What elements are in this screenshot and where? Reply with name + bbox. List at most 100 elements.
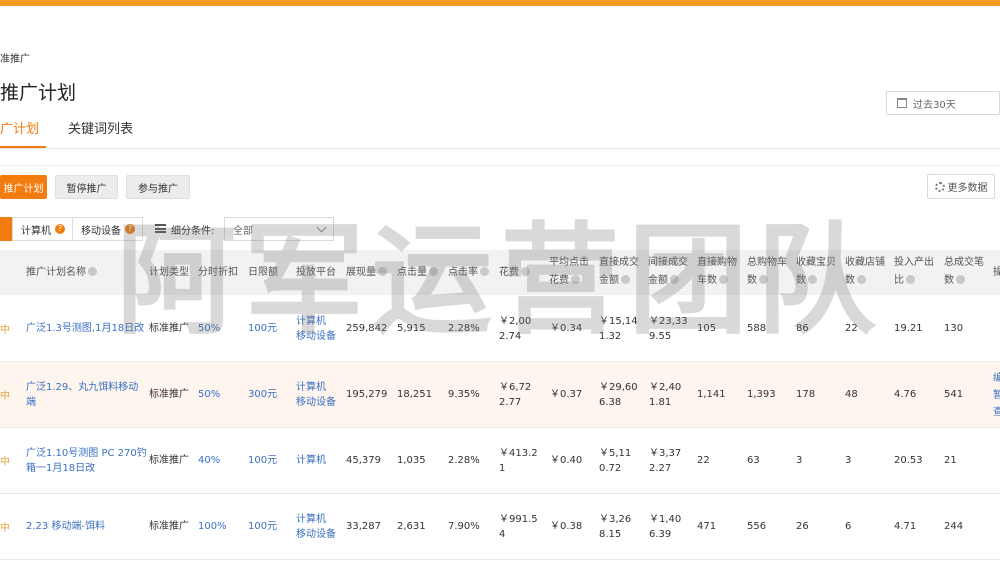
cell-discount[interactable]: 40% (198, 453, 220, 468)
col-ops: 操 (993, 267, 1000, 278)
chevron-down-icon (316, 222, 327, 233)
cell-indirect: ￥1,40 6.39 (649, 514, 682, 540)
help-icon[interactable]: ? (125, 224, 135, 234)
cell-clicks: 18,251 (397, 389, 432, 400)
breadcrumb: 准推广 (0, 54, 30, 65)
col-fav-shop[interactable]: 收藏店铺数 (845, 254, 885, 290)
col-impressions[interactable]: 展现量 (346, 264, 387, 282)
cell-cost: ￥991.5 4 (499, 514, 538, 540)
cell-type: 标准推广 (149, 521, 189, 532)
cell-total-cart: 63 (747, 455, 760, 466)
cell-discount[interactable]: 50% (198, 387, 220, 402)
cell-cpc: ￥0.34 (550, 323, 583, 334)
table-row[interactable]: 中 2.23 移动端-饵料 标准推广 100% 100元 计算机 移动设备 33,287 2,6… (0, 494, 1000, 560)
help-icon[interactable] (670, 275, 679, 284)
cell-name[interactable]: 广泛1.29、丸九饵料移动端 (26, 380, 138, 410)
cell-fav-shop: 48 (845, 389, 858, 400)
cell-orders: 244 (944, 521, 964, 532)
help-icon[interactable] (429, 267, 438, 276)
row-action-link[interactable]: 查 (993, 404, 1000, 421)
col-fav-item[interactable]: 收藏宝贝数 (796, 254, 836, 290)
col-cpc[interactable]: 平均点击 花费 (549, 254, 589, 290)
help-icon[interactable] (88, 267, 97, 276)
cell-limit[interactable]: 100元 (248, 519, 277, 534)
cell-clicks: 2,631 (397, 521, 426, 532)
cell-ctr: 9.35% (448, 389, 480, 400)
cell-indirect: ￥23,33 9.55 (649, 316, 688, 342)
row-action-link[interactable]: 暂 (993, 387, 1000, 404)
detail-filter-select[interactable]: 全部 (224, 217, 334, 241)
cell-fav-item: 178 (796, 389, 816, 400)
row-action-link[interactable]: 编 (993, 370, 1000, 387)
cell-platform[interactable]: 计算机 移动设备 (296, 380, 336, 410)
cell-total-cart: 1,393 (747, 389, 776, 400)
col-total-cart[interactable]: 总购物车数 (747, 254, 787, 290)
active-tab-indicator (0, 146, 46, 148)
cell-direct-cart: 22 (697, 455, 710, 466)
tab-keywords[interactable]: 关键词列表 (68, 118, 133, 137)
help-icon[interactable] (956, 275, 965, 284)
col-discount: 分时折扣 (198, 267, 238, 278)
help-icon[interactable] (857, 275, 866, 284)
cell-cpc: ￥0.40 (550, 455, 583, 466)
new-plan-button[interactable]: 推广计划 (0, 175, 47, 199)
help-icon[interactable] (480, 267, 489, 276)
table-row[interactable]: 中 广泛1.10号测图 PC 270钓 箱一1月18日改 标准推广 40% 100元 计算机… (0, 428, 1000, 494)
col-direct-cart[interactable]: 直接购物 车数 (697, 254, 737, 290)
col-name[interactable]: 推广计划名称 (26, 264, 97, 282)
cell-name[interactable]: 广泛1.3号测图,1月18日改 (26, 321, 144, 336)
gear-icon (934, 181, 945, 192)
detail-filter-label: 细分条件: (171, 226, 215, 237)
col-ctr[interactable]: 点击率 (448, 264, 489, 282)
cell-roi: 4.71 (894, 521, 917, 532)
col-cost[interactable]: 花费 (499, 264, 530, 282)
cell-fav-item: 26 (796, 521, 809, 532)
cell-name[interactable]: 广泛1.10号测图 PC 270钓 箱一1月18日改 (26, 446, 147, 476)
help-icon[interactable] (759, 275, 768, 284)
cell-cost: ￥413.2 1 (499, 448, 538, 474)
cell-clicks: 1,035 (397, 455, 426, 466)
help-icon[interactable] (571, 275, 580, 284)
help-icon[interactable] (521, 267, 530, 276)
cell-direct: ￥29,60 6.38 (599, 382, 638, 408)
help-icon[interactable] (719, 275, 728, 284)
help-icon[interactable] (808, 275, 817, 284)
cell-platform[interactable]: 计算机 移动设备 (296, 314, 336, 344)
table-row[interactable]: 中 广泛1.3号测图,1月18日改 标准推广 50% 100元 计算机 移动设备 259,84… (0, 296, 1000, 362)
help-icon[interactable] (621, 275, 630, 284)
help-icon[interactable]: ? (55, 224, 65, 234)
status-indicator: 中 (0, 523, 10, 534)
cell-impressions: 45,379 (346, 455, 381, 466)
cell-discount[interactable]: 100% (198, 519, 227, 534)
cell-limit[interactable]: 100元 (248, 321, 277, 336)
col-clicks[interactable]: 点击量 (397, 264, 438, 282)
filter-mobile[interactable]: 移动设备 ? (72, 217, 143, 241)
cell-discount[interactable]: 50% (198, 321, 220, 336)
help-icon[interactable] (906, 275, 915, 284)
filter-computer[interactable]: 计算机 ? (12, 217, 73, 241)
cell-direct: ￥5,11 0.72 (599, 448, 632, 474)
col-indirect-amount[interactable]: 间接成交 金额 (648, 254, 688, 290)
cell-name[interactable]: 2.23 移动端-饵料 (26, 519, 105, 534)
table-header: 推广计划名称 计划类型 分时折扣 日限额 投放平台 展现量 点击量 点击率 花费… (0, 250, 1000, 295)
join-button[interactable]: 参与推广 (126, 175, 190, 199)
cell-platform[interactable]: 计算机 (296, 453, 326, 468)
cell-indirect: ￥2,40 1.81 (649, 382, 682, 408)
col-orders[interactable]: 总成交笔数 (944, 254, 984, 290)
tab-plans[interactable]: 广计划 (0, 118, 39, 137)
help-icon[interactable] (378, 267, 387, 276)
cell-limit[interactable]: 300元 (248, 387, 277, 402)
cell-cpc: ￥0.37 (550, 389, 583, 400)
pause-button[interactable]: 暂停推广 (55, 175, 118, 199)
more-data-button[interactable]: 更多数据 (927, 174, 995, 199)
cell-fav-shop: 22 (845, 323, 858, 334)
top-accent-bar (0, 0, 1000, 6)
cell-fav-shop: 3 (845, 455, 852, 466)
cell-platform[interactable]: 计算机 移动设备 (296, 512, 336, 542)
cell-limit[interactable]: 100元 (248, 453, 277, 468)
table-row[interactable]: 中 广泛1.29、丸九饵料移动端标准推广 50% 300元 计算机 移动设备 195,279… (0, 362, 1000, 428)
col-direct-amount[interactable]: 直接成交 金额 (599, 254, 639, 290)
cell-clicks: 5,915 (397, 323, 426, 334)
cell-total-cart: 588 (747, 323, 767, 334)
col-roi[interactable]: 投入产出比 (894, 254, 934, 290)
